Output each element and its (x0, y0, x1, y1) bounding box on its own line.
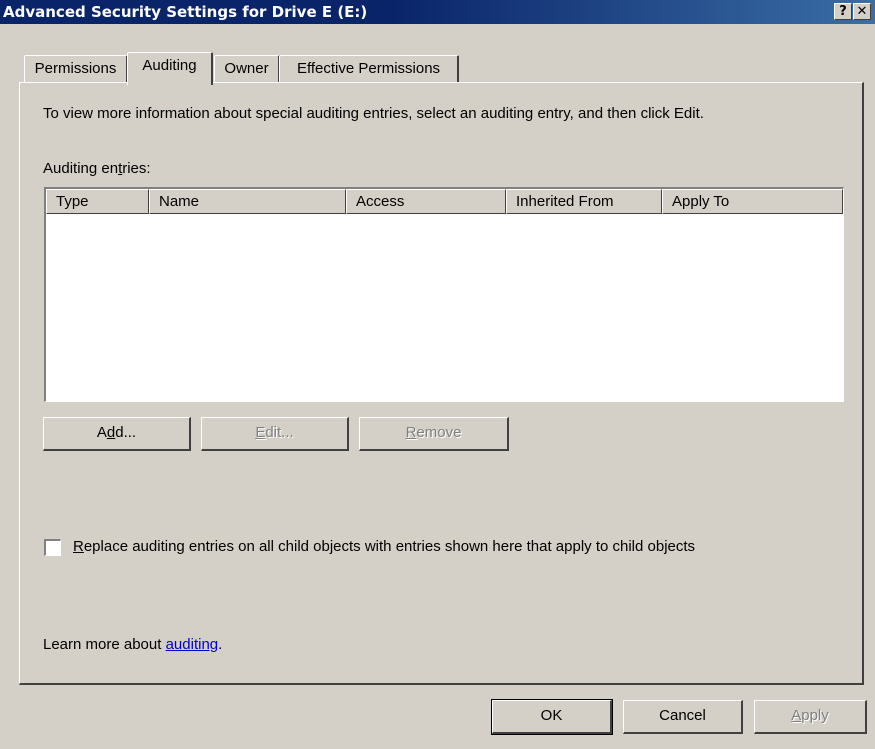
column-header-name[interactable]: Name (149, 189, 346, 214)
column-header-type[interactable]: Type (46, 189, 149, 214)
replace-child-entries-label[interactable]: Replace auditing entries on all child ob… (73, 538, 695, 555)
tab-effective-permissions[interactable]: Effective Permissions (279, 55, 459, 83)
ok-button[interactable]: OK (491, 699, 613, 735)
title-bar: Advanced Security Settings for Drive E (… (0, 0, 875, 24)
apply-button[interactable]: Apply (754, 700, 867, 734)
help-button[interactable]: ? (834, 3, 852, 20)
auditing-entries-list[interactable]: Type Name Access Inherited From Apply To (44, 187, 844, 402)
edit-button[interactable]: Edit... (201, 417, 349, 451)
tab-permissions[interactable]: Permissions (24, 55, 128, 83)
learn-more-text: Learn more about auditing. (43, 636, 223, 653)
replace-child-entries-checkbox[interactable] (44, 539, 61, 556)
auditing-link[interactable]: auditing (166, 636, 219, 653)
window-title: Advanced Security Settings for Drive E (… (3, 3, 368, 21)
close-button[interactable]: ✕ (853, 3, 871, 20)
add-button[interactable]: Add... (43, 417, 191, 451)
intro-text: To view more information about special a… (43, 105, 704, 122)
column-header-access[interactable]: Access (346, 189, 506, 214)
auditing-entries-label: Auditing entries: (43, 160, 151, 177)
column-header-inherited-from[interactable]: Inherited From (506, 189, 662, 214)
cancel-button[interactable]: Cancel (623, 700, 743, 734)
remove-button[interactable]: Remove (359, 417, 509, 451)
tab-owner[interactable]: Owner (214, 55, 280, 83)
tab-auditing[interactable]: Auditing (127, 52, 213, 85)
column-header-apply-to[interactable]: Apply To (662, 189, 843, 214)
